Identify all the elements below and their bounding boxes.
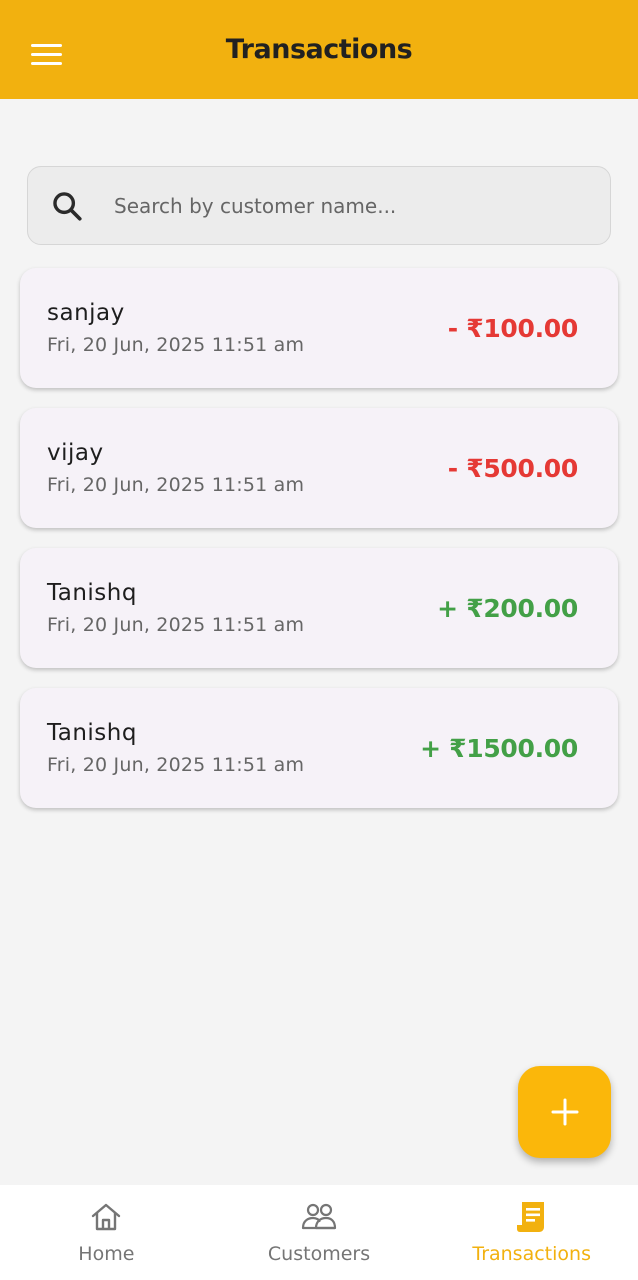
nav-item-transactions[interactable]: Transactions <box>425 1185 638 1280</box>
transaction-amount: - ₹500.00 <box>447 453 579 483</box>
transaction-date: Fri, 20 Jun, 2025 11:51 am <box>47 614 305 636</box>
nav-item-customers[interactable]: Customers <box>213 1185 426 1280</box>
customers-icon <box>301 1203 337 1230</box>
customer-name: vijay <box>47 440 104 466</box>
add-transaction-button[interactable] <box>518 1066 611 1158</box>
app-bar: Transactions <box>0 0 638 99</box>
transaction-list: sanjay Fri, 20 Jun, 2025 11:51 am - ₹100… <box>20 268 618 828</box>
plus-icon <box>551 1098 578 1126</box>
nav-item-home[interactable]: Home <box>0 1185 213 1280</box>
nav-label-customers: Customers <box>267 1243 371 1265</box>
home-icon <box>92 1203 121 1231</box>
search-bar[interactable] <box>27 166 611 245</box>
menu-icon-line <box>31 43 62 47</box>
transaction-amount: + ₹200.00 <box>437 593 578 623</box>
transaction-date: Fri, 20 Jun, 2025 11:51 am <box>47 474 305 496</box>
menu-icon-line <box>31 52 62 56</box>
search-input[interactable] <box>114 185 610 226</box>
page-title: Transactions <box>225 34 413 65</box>
transaction-date: Fri, 20 Jun, 2025 11:51 am <box>47 754 305 776</box>
transaction-date: Fri, 20 Jun, 2025 11:51 am <box>47 334 305 356</box>
transaction-card[interactable]: sanjay Fri, 20 Jun, 2025 11:51 am - ₹100… <box>20 268 618 388</box>
transaction-amount: - ₹100.00 <box>447 313 579 343</box>
customer-name: Tanishq <box>47 580 137 606</box>
menu-icon[interactable] <box>24 34 68 74</box>
customer-name: sanjay <box>47 300 125 326</box>
nav-label-transactions: Transactions <box>472 1243 591 1265</box>
transaction-card[interactable]: Tanishq Fri, 20 Jun, 2025 11:51 am + ₹20… <box>20 548 618 668</box>
menu-icon-line <box>31 61 62 65</box>
search-icon <box>53 191 82 221</box>
bottom-navigation: Home Customers Transactions <box>0 1185 638 1280</box>
nav-label-home: Home <box>78 1243 135 1265</box>
transaction-card[interactable]: Tanishq Fri, 20 Jun, 2025 11:51 am + ₹15… <box>20 688 618 808</box>
transaction-card[interactable]: vijay Fri, 20 Jun, 2025 11:51 am - ₹500.… <box>20 408 618 528</box>
customer-name: Tanishq <box>47 720 137 746</box>
transactions-icon <box>516 1202 544 1232</box>
transaction-amount: + ₹1500.00 <box>420 733 578 763</box>
